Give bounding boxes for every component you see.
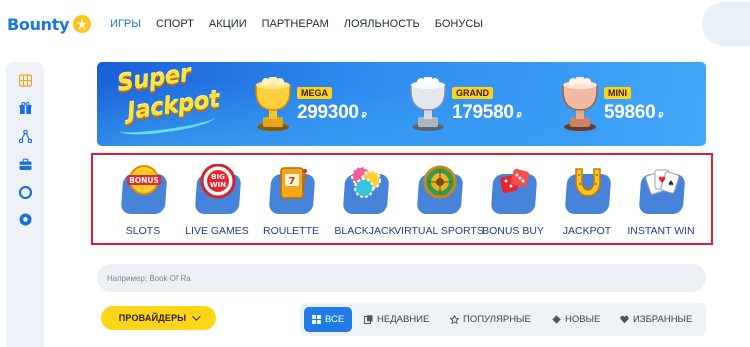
- category-label-instant-win: INSTANT WIN: [627, 225, 695, 237]
- filter-all[interactable]: ВСЕ: [304, 307, 353, 332]
- nav-bonuses[interactable]: БОНУСЫ: [435, 18, 483, 30]
- providers-label: ПРОВАЙДЕРЫ: [118, 313, 187, 323]
- briefcase-icon[interactable]: [19, 158, 32, 171]
- category-instant-win[interactable]: ♥ ♠ INSTANT WIN: [626, 164, 696, 242]
- bonus-sign-text: BONUS: [129, 176, 159, 185]
- top-header: Bounty ИГРЫ СПОРТ АКЦИИ ПАРТНЕРАМ ЛОЯЛЬН…: [0, 0, 750, 50]
- jackpot-value-mini: 59860 ₽: [604, 102, 664, 123]
- casino-page: Bounty ИГРЫ СПОРТ АКЦИИ ПАРТНЕРАМ ЛОЯЛЬН…: [0, 0, 750, 347]
- left-sidebar: [6, 62, 44, 347]
- filter-tabs: ВСЕ НЕДАВНИЕ ПОПУЛЯРНЫЕ НОВЫЕ ИЗБРАННЫЕ: [300, 303, 706, 336]
- big-win-icon: BIG WIN: [200, 164, 236, 199]
- slot-machine-icon: 7: [280, 167, 307, 199]
- recent-icon: [364, 315, 373, 324]
- jackpot-label-grand: GRAND: [452, 87, 493, 99]
- roulette-wheel-icon: [423, 165, 457, 199]
- filter-label-new: НОВЫЕ: [565, 314, 601, 325]
- search-input[interactable]: [107, 264, 687, 292]
- bronze-trophy-icon: [562, 77, 598, 131]
- heart-icon: [620, 315, 629, 324]
- filter-new[interactable]: НОВЫЕ: [552, 307, 600, 332]
- palm-logo-icon: [73, 15, 92, 33]
- bounty-logo[interactable]: Bounty: [7, 14, 92, 34]
- nav-games[interactable]: ИГРЫ: [110, 18, 141, 30]
- football-icon[interactable]: [19, 213, 32, 226]
- big-win-text-2: WIN: [210, 181, 226, 189]
- user-area[interactable]: [702, 2, 750, 46]
- filter-label-recent: НЕДАВНИЕ: [377, 314, 430, 325]
- svg-text:♥: ♥: [658, 176, 666, 186]
- gift-icon[interactable]: [19, 102, 32, 115]
- game-categories: BONUS SLOTS BIG WIN LIVE GAMES 7 ROULETT…: [91, 153, 713, 245]
- svg-text:♠: ♠: [667, 179, 674, 188]
- filter-recent[interactable]: НЕДАВНИЕ: [364, 307, 429, 332]
- filter-label-all: ВСЕ: [325, 314, 345, 325]
- network-icon[interactable]: [19, 130, 32, 143]
- filter-popular[interactable]: ПОПУЛЯРНЫЕ: [450, 307, 531, 332]
- jackpot-label-mini: MINI: [604, 87, 631, 99]
- filter-favorites[interactable]: ИЗБРАННЫЕ: [620, 307, 692, 332]
- svg-text:7: 7: [289, 176, 296, 187]
- nav-sport[interactable]: СПОРТ: [156, 18, 194, 30]
- main-nav: ИГРЫ СПОРТ АКЦИИ ПАРТНЕРАМ ЛОЯЛЬНОСТЬ БО…: [110, 18, 498, 30]
- big-win-text-1: BIG: [211, 173, 225, 181]
- super-jackpot-banner[interactable]: Super Jackpot MEGA 299300 ₽ GRAND 179580…: [97, 62, 706, 146]
- star-icon: [450, 315, 459, 324]
- dice-icon: [500, 168, 530, 193]
- jackpot-label-mega: MEGA: [297, 87, 332, 99]
- providers-dropdown[interactable]: ПРОВАЙДЕРЫ: [101, 306, 216, 330]
- grid-icon: [312, 315, 321, 324]
- lifebuoy-icon[interactable]: [19, 186, 32, 199]
- diamond-icon: [552, 315, 561, 324]
- gold-trophy-icon: [255, 77, 291, 131]
- game-search: [97, 264, 706, 292]
- nav-promotions[interactable]: АКЦИИ: [209, 18, 247, 30]
- nav-loyalty[interactable]: ЛОЯЛЬНОСТЬ: [344, 18, 420, 30]
- bonus-sign-icon: BONUS: [127, 165, 161, 195]
- chevron-down-icon: [192, 312, 201, 321]
- slots-grid-icon[interactable]: [19, 74, 32, 87]
- logo-text: Bounty: [7, 14, 70, 34]
- silver-trophy-icon: [410, 77, 446, 131]
- filter-label-favorites: ИЗБРАННЫЕ: [633, 314, 693, 325]
- chips-icon: [351, 166, 381, 198]
- nav-partners[interactable]: ПАРТНЕРАМ: [262, 18, 329, 30]
- jackpot-value-mega: 299300 ₽: [297, 102, 367, 123]
- horseshoe-icon: [575, 168, 601, 197]
- filter-label-popular: ПОПУЛЯРНЫЕ: [463, 314, 531, 325]
- playing-cards-icon: ♥ ♠: [645, 169, 680, 195]
- jackpot-value-grand: 179580 ₽: [452, 102, 522, 123]
